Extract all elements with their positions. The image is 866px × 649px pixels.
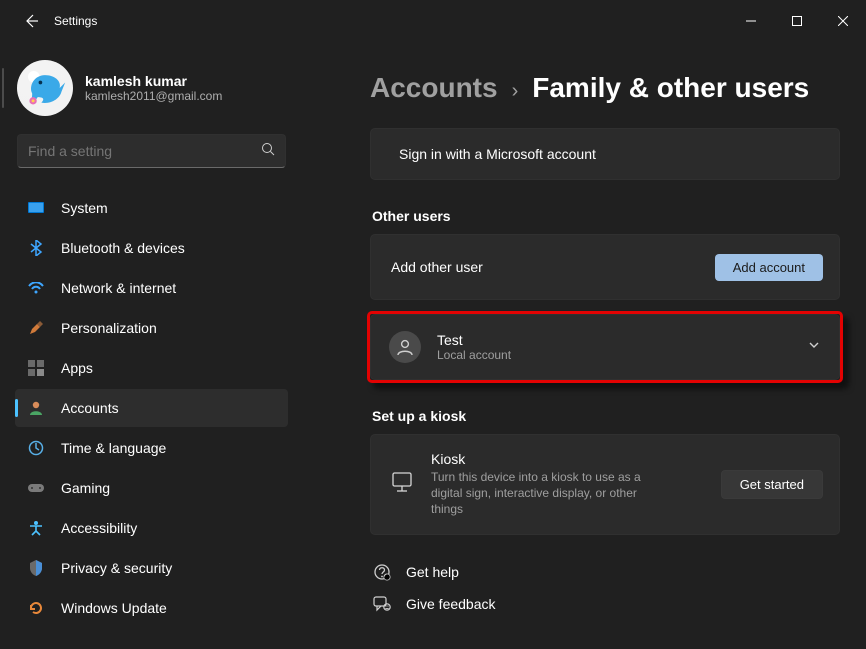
wifi-icon (27, 279, 45, 297)
back-button[interactable] (16, 6, 46, 36)
nav-update[interactable]: Windows Update (15, 589, 288, 627)
other-user-type: Local account (437, 348, 511, 362)
bird-avatar-icon (23, 66, 67, 110)
signin-card[interactable]: Sign in with a Microsoft account (370, 128, 840, 180)
nav-list: System Bluetooth & devices Network & int… (11, 188, 292, 628)
other-user-row[interactable]: Test Local account (370, 314, 840, 380)
nav-label: Apps (61, 360, 93, 376)
search-input[interactable] (28, 143, 261, 159)
nav-accessibility[interactable]: Accessibility (15, 509, 288, 547)
nav-label: Time & language (61, 440, 166, 456)
feedback-icon (372, 595, 392, 613)
get-help-link[interactable]: Get help (372, 563, 840, 581)
profile-block[interactable]: kamlesh kumar kamlesh2011@gmail.com (11, 52, 292, 134)
chevron-down-icon (807, 338, 821, 357)
gaming-icon (27, 479, 45, 497)
close-icon (838, 16, 848, 26)
breadcrumb: Accounts › Family & other users (370, 72, 840, 104)
bluetooth-icon (27, 239, 45, 257)
nav-personalization[interactable]: Personalization (15, 309, 288, 347)
section-heading-other-users: Other users (372, 208, 840, 224)
search-box[interactable] (17, 134, 286, 168)
section-heading-kiosk: Set up a kiosk (372, 408, 840, 424)
nav-network[interactable]: Network & internet (15, 269, 288, 307)
nav-label: Personalization (61, 320, 157, 336)
link-label: Get help (406, 564, 459, 580)
close-button[interactable] (820, 5, 866, 37)
kiosk-monitor-icon (391, 471, 413, 498)
nav-gaming[interactable]: Gaming (15, 469, 288, 507)
other-user-row-highlighted: Test Local account (370, 314, 840, 380)
breadcrumb-parent[interactable]: Accounts (370, 72, 498, 104)
arrow-left-icon (23, 13, 39, 29)
kiosk-description: Turn this device into a kiosk to use as … (431, 469, 671, 518)
nav-time[interactable]: Time & language (15, 429, 288, 467)
help-icon (372, 563, 392, 581)
other-user-name: Test (437, 332, 511, 348)
nav-accounts[interactable]: Accounts (15, 389, 288, 427)
minimize-button[interactable] (728, 5, 774, 37)
nav-system[interactable]: System (15, 189, 288, 227)
avatar (17, 60, 73, 116)
profile-name: kamlesh kumar (85, 73, 222, 89)
accessibility-icon (27, 519, 45, 537)
nav-label: System (61, 200, 108, 216)
maximize-icon (792, 16, 802, 26)
signin-label: Sign in with a Microsoft account (399, 146, 596, 162)
link-label: Give feedback (406, 596, 496, 612)
nav-label: Windows Update (61, 600, 167, 616)
kiosk-title: Kiosk (431, 451, 693, 467)
update-icon (27, 599, 45, 617)
nav-apps[interactable]: Apps (15, 349, 288, 387)
window-title: Settings (54, 14, 97, 28)
maximize-button[interactable] (774, 5, 820, 37)
display-icon (27, 199, 45, 217)
footer-links: Get help Give feedback (370, 563, 840, 613)
person-circle-icon (389, 331, 421, 363)
nav-label: Bluetooth & devices (61, 240, 185, 256)
nav-label: Privacy & security (61, 560, 172, 576)
nav-label: Accounts (61, 400, 119, 416)
window-controls (728, 5, 866, 37)
shield-icon (27, 559, 45, 577)
apps-icon (27, 359, 45, 377)
search-icon (261, 142, 275, 161)
page-title: Family & other users (532, 72, 809, 104)
minimize-icon (746, 16, 756, 26)
paintbrush-icon (27, 319, 45, 337)
nav-bluetooth[interactable]: Bluetooth & devices (15, 229, 288, 267)
add-account-button[interactable]: Add account (715, 254, 823, 281)
main-content: Accounts › Family & other users Sign in … (300, 42, 866, 649)
profile-email: kamlesh2011@gmail.com (85, 89, 222, 103)
nav-label: Gaming (61, 480, 110, 496)
titlebar: Settings (0, 0, 866, 42)
scrollbar-indicator (2, 68, 4, 108)
give-feedback-link[interactable]: Give feedback (372, 595, 840, 613)
nav-privacy[interactable]: Privacy & security (15, 549, 288, 587)
nav-label: Accessibility (61, 520, 137, 536)
nav-label: Network & internet (61, 280, 176, 296)
person-icon (27, 399, 45, 417)
clock-globe-icon (27, 439, 45, 457)
add-other-user-label: Add other user (391, 259, 483, 275)
chevron-right-icon: › (512, 80, 519, 103)
kiosk-get-started-button[interactable]: Get started (721, 470, 823, 499)
kiosk-card: Kiosk Turn this device into a kiosk to u… (370, 434, 840, 535)
sidebar: kamlesh kumar kamlesh2011@gmail.com Syst… (0, 42, 300, 649)
add-other-user-card: Add other user Add account (370, 234, 840, 300)
